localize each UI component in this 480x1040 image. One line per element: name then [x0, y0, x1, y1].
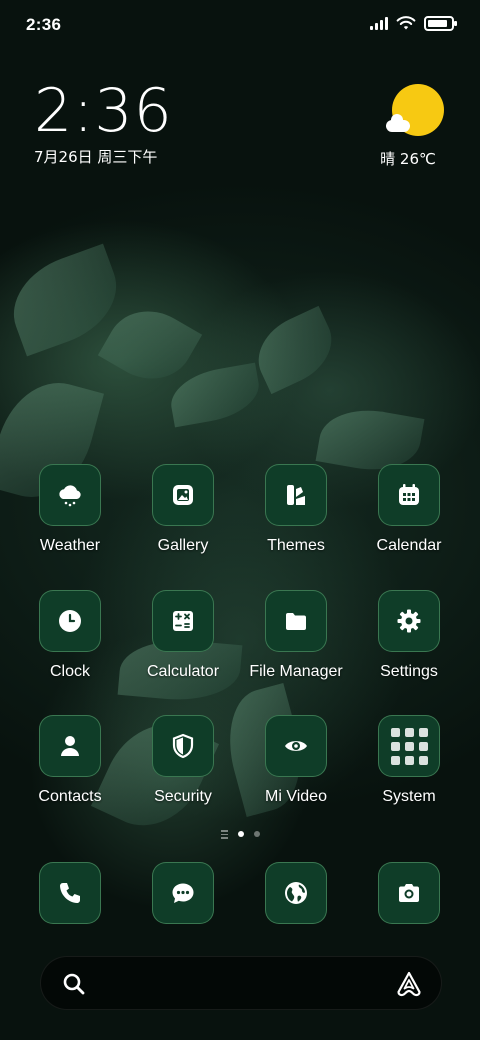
- weather-text: 晴 26℃: [380, 150, 436, 168]
- app-label: Mi Video: [265, 788, 327, 805]
- app-label: Themes: [267, 537, 325, 554]
- app-system-folder[interactable]: System: [353, 715, 465, 806]
- camera-icon: [378, 862, 440, 924]
- page-dot: [253, 831, 260, 838]
- app-label: Gallery: [157, 537, 209, 554]
- app-label: Settings: [380, 663, 438, 680]
- shield-icon: [152, 715, 214, 777]
- app-label: System: [382, 788, 436, 805]
- assistant-icon[interactable]: [395, 970, 423, 998]
- clock-date: 7月26日 周三下午: [34, 148, 158, 166]
- app-security[interactable]: Security: [127, 715, 239, 806]
- app-calculator[interactable]: Calculator: [127, 590, 239, 681]
- status-time: 2:36: [26, 15, 62, 34]
- signal-icon: [370, 16, 388, 30]
- app-calendar[interactable]: Calendar: [353, 464, 465, 555]
- battery-icon: [424, 15, 457, 31]
- folder-grid-icon: [378, 715, 440, 777]
- wallpaper-leaf: [166, 362, 264, 428]
- app-settings[interactable]: Settings: [353, 590, 465, 681]
- app-label: Calculator: [146, 663, 220, 680]
- eye-icon: [265, 715, 327, 777]
- app-label: Calendar: [376, 537, 442, 554]
- dock-phone[interactable]: [14, 862, 126, 924]
- app-label: Weather: [39, 537, 101, 554]
- message-icon: [152, 862, 214, 924]
- calculator-icon: [152, 590, 214, 652]
- page-indicator[interactable]: [0, 830, 480, 839]
- status-bar: 2:36: [0, 0, 480, 52]
- minus-one-screen-icon: [220, 830, 228, 839]
- app-label: Contacts: [38, 788, 102, 805]
- app-gallery[interactable]: Gallery: [127, 464, 239, 555]
- app-label: File Manager: [249, 663, 343, 680]
- clock-widget[interactable]: 2:36 7月26日 周三下午: [34, 80, 173, 167]
- phone-icon: [39, 862, 101, 924]
- dock-browser[interactable]: [240, 862, 352, 924]
- themes-icon: [265, 464, 327, 526]
- app-contacts[interactable]: Contacts: [14, 715, 126, 806]
- calendar-icon: [378, 464, 440, 526]
- app-themes[interactable]: Themes: [240, 464, 352, 555]
- app-label: Security: [154, 788, 212, 805]
- person-icon: [39, 715, 101, 777]
- sun-cloud-icon: [386, 84, 444, 136]
- app-file-manager[interactable]: File Manager: [240, 590, 352, 681]
- app-weather[interactable]: Weather: [14, 464, 126, 555]
- wallpaper-leaf: [246, 305, 344, 395]
- clock-time: 2:36: [34, 76, 173, 146]
- page-dot-active: [237, 831, 244, 838]
- status-icons: [370, 15, 457, 31]
- app-mi-video[interactable]: Mi Video: [240, 715, 352, 806]
- search-bar[interactable]: [40, 956, 442, 1010]
- dock-messages[interactable]: [127, 862, 239, 924]
- browser-globe-icon: [265, 862, 327, 924]
- app-clock[interactable]: Clock: [14, 590, 126, 681]
- gear-icon: [378, 590, 440, 652]
- weather-widget[interactable]: 晴 26℃: [380, 84, 444, 169]
- clock-icon: [39, 590, 101, 652]
- app-label: Clock: [49, 663, 90, 680]
- weather-cloud-icon: [39, 464, 101, 526]
- gallery-icon: [152, 464, 214, 526]
- dock-camera[interactable]: [353, 862, 465, 924]
- search-icon[interactable]: [61, 971, 87, 997]
- wifi-icon: [396, 16, 416, 30]
- folder-icon: [265, 590, 327, 652]
